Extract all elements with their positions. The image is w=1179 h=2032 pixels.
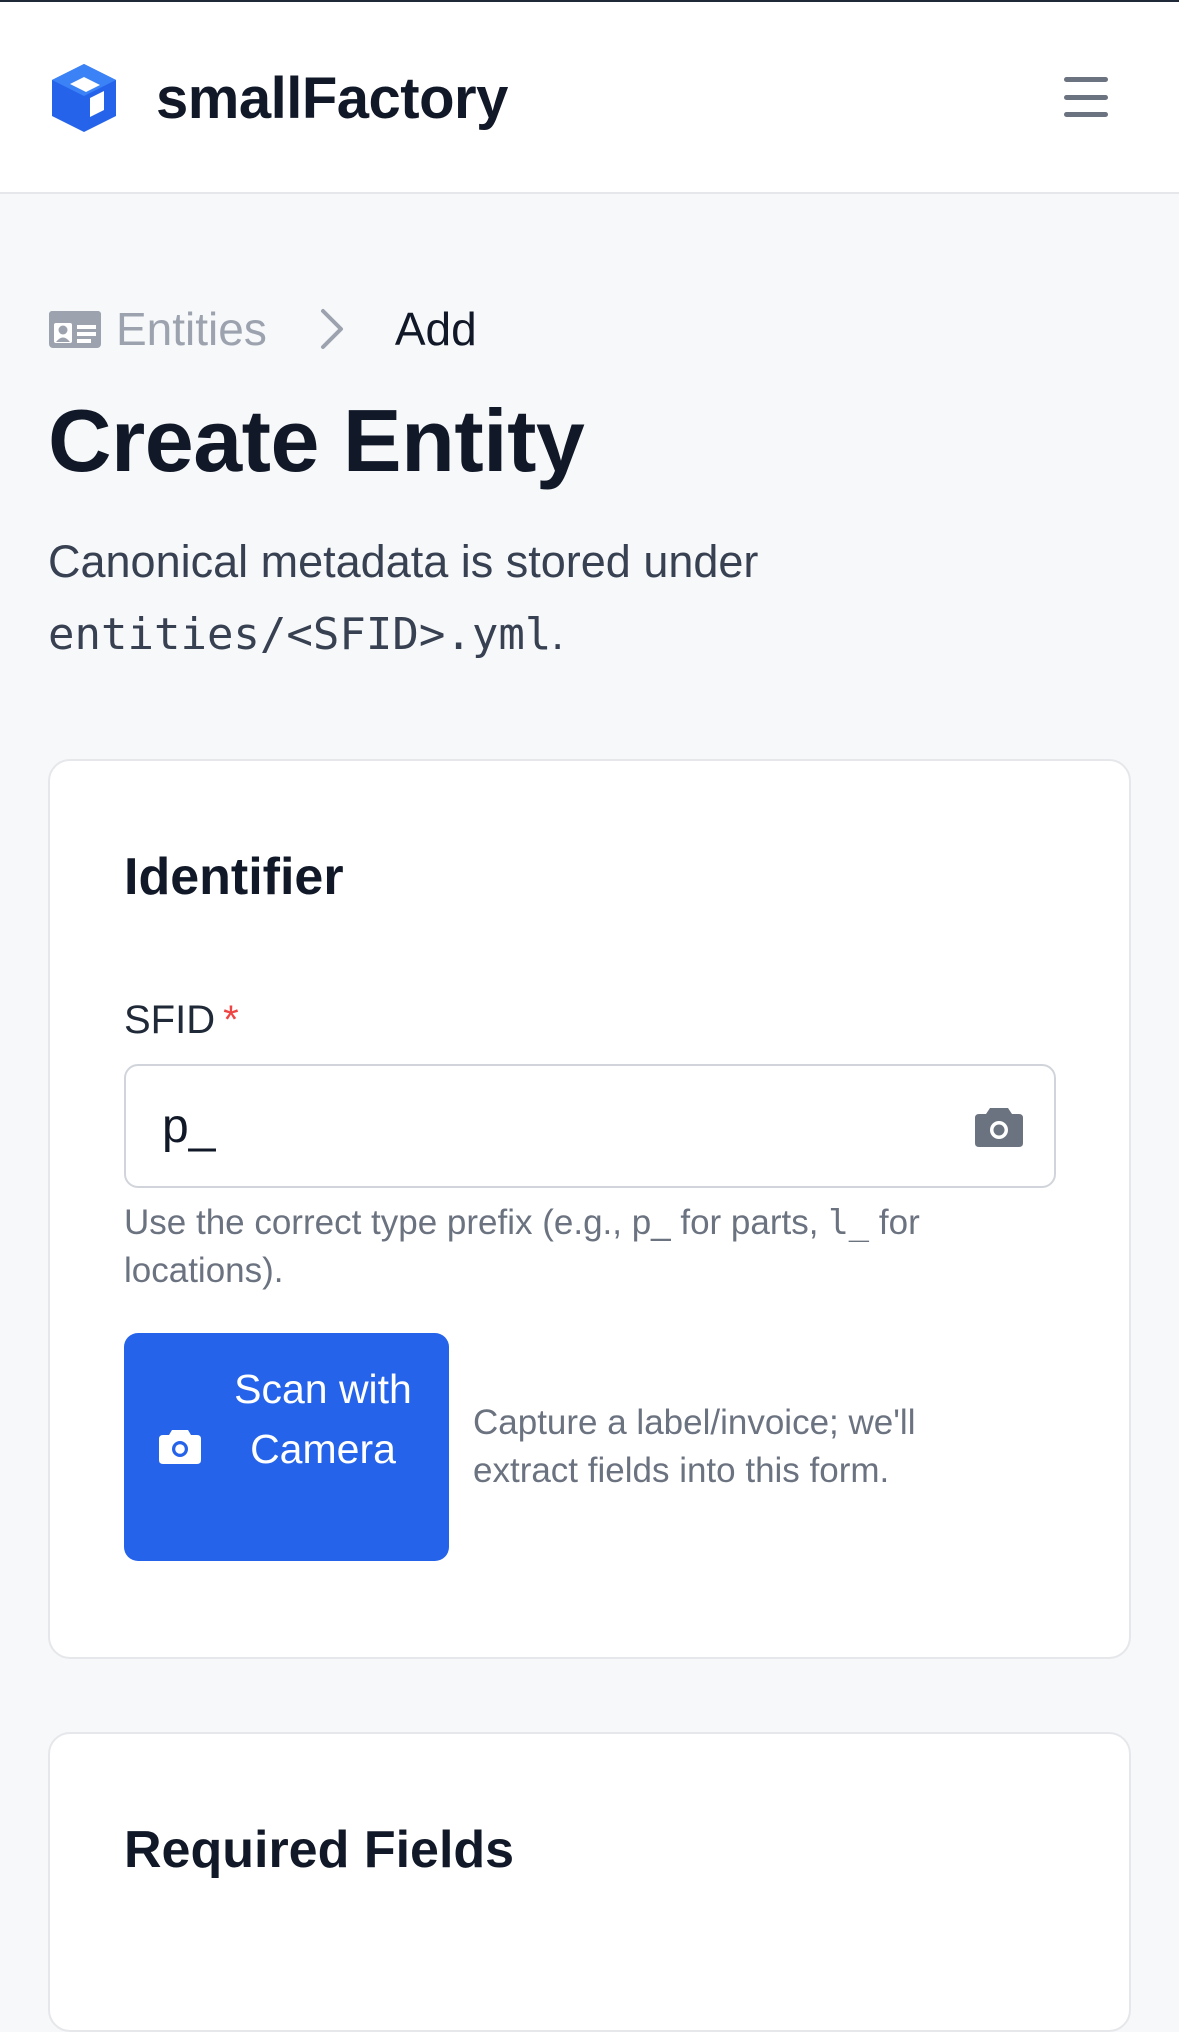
brand-name[interactable]: smallFactory <box>156 64 508 134</box>
identifier-card: Identifier SFID* Use the correct type pr… <box>48 759 1131 1659</box>
breadcrumb-current: Add <box>394 303 477 355</box>
hamburger-icon <box>1064 77 1108 82</box>
breadcrumb: Entities Add <box>48 296 477 362</box>
chevron-right-icon <box>320 309 343 349</box>
required-fields-title: Required Fields <box>124 1821 515 1879</box>
help-code: l_ <box>828 1203 870 1243</box>
required-fields-card: Required Fields <box>48 1732 1131 2032</box>
description-suffix: . <box>551 608 564 659</box>
breadcrumb-entities-link[interactable]: Entities <box>116 302 267 356</box>
sfid-input[interactable] <box>126 1066 946 1186</box>
scan-with-camera-button[interactable]: Scan with Camera <box>124 1333 449 1561</box>
top-navbar: smallFactory <box>0 0 1179 194</box>
scan-hint-text: Capture a label/invoice; we'll extract f… <box>473 1403 916 1490</box>
sfid-label: SFID * <box>124 998 239 1042</box>
description-text: Canonical metadata is stored under <box>48 536 759 587</box>
required-marker: * <box>223 998 239 1042</box>
id-card-icon <box>49 311 101 348</box>
scan-button-label: Scan with Camera <box>234 1366 412 1472</box>
sfid-help-text: Use the correct type prefix (e.g., p_ fo… <box>124 1203 920 1290</box>
identifier-card-title: Identifier <box>124 848 344 906</box>
page-description: Canonical metadata is stored under entit… <box>48 526 1048 671</box>
sfid-input-wrapper <box>124 1064 1056 1188</box>
menu-button[interactable] <box>1058 72 1114 122</box>
description-code: entities/<SFID>.yml <box>48 609 552 660</box>
page-title: Create Entity <box>48 391 585 490</box>
cube-icon[interactable] <box>46 60 122 136</box>
camera-icon <box>159 1430 201 1464</box>
camera-icon[interactable] <box>974 1104 1024 1148</box>
